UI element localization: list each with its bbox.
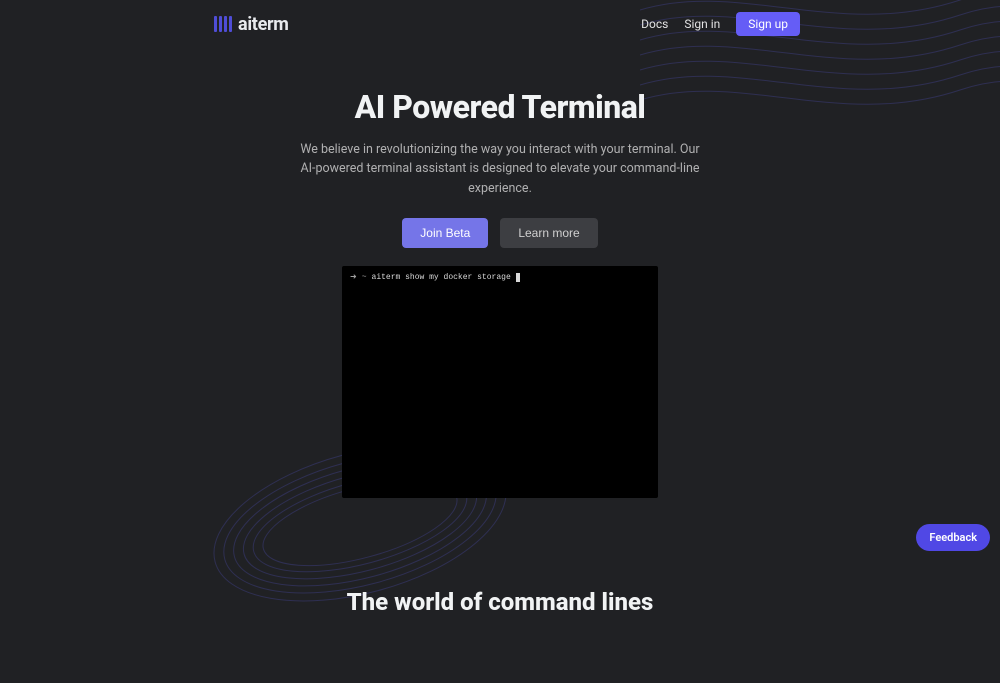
prompt-tilde: ~	[362, 273, 367, 282]
terminal-line: ➜ ~ aiterm show my docker storage	[342, 266, 658, 282]
learn-more-button[interactable]: Learn more	[500, 218, 597, 248]
hero-section: AI Powered Terminal We believe in revolu…	[0, 88, 1000, 498]
feedback-button[interactable]: Feedback	[916, 524, 990, 551]
terminal-command: aiterm show my docker storage	[372, 273, 511, 282]
hero-title: AI Powered Terminal	[0, 88, 1000, 126]
brand-name: aiterm	[238, 14, 289, 35]
site-header: aiterm Docs Sign in Sign up	[0, 0, 1000, 48]
signup-button[interactable]: Sign up	[736, 12, 800, 36]
join-beta-button[interactable]: Join Beta	[402, 218, 488, 248]
terminal-cursor-icon	[516, 273, 520, 282]
section-two-title: The world of command lines	[0, 588, 1000, 616]
terminal-preview: ➜ ~ aiterm show my docker storage	[342, 266, 658, 498]
hero-subtitle: We believe in revolutionizing the way yo…	[295, 140, 705, 198]
brand-logo[interactable]: aiterm	[214, 14, 289, 35]
prompt-arrow-icon: ➜	[350, 272, 357, 282]
docs-link[interactable]: Docs	[641, 17, 668, 31]
section-two: The world of command lines	[0, 588, 1000, 616]
nav-links: Docs Sign in Sign up	[641, 12, 800, 36]
logo-bars-icon	[214, 16, 232, 32]
signin-link[interactable]: Sign in	[684, 17, 720, 31]
hero-buttons: Join Beta Learn more	[0, 218, 1000, 248]
